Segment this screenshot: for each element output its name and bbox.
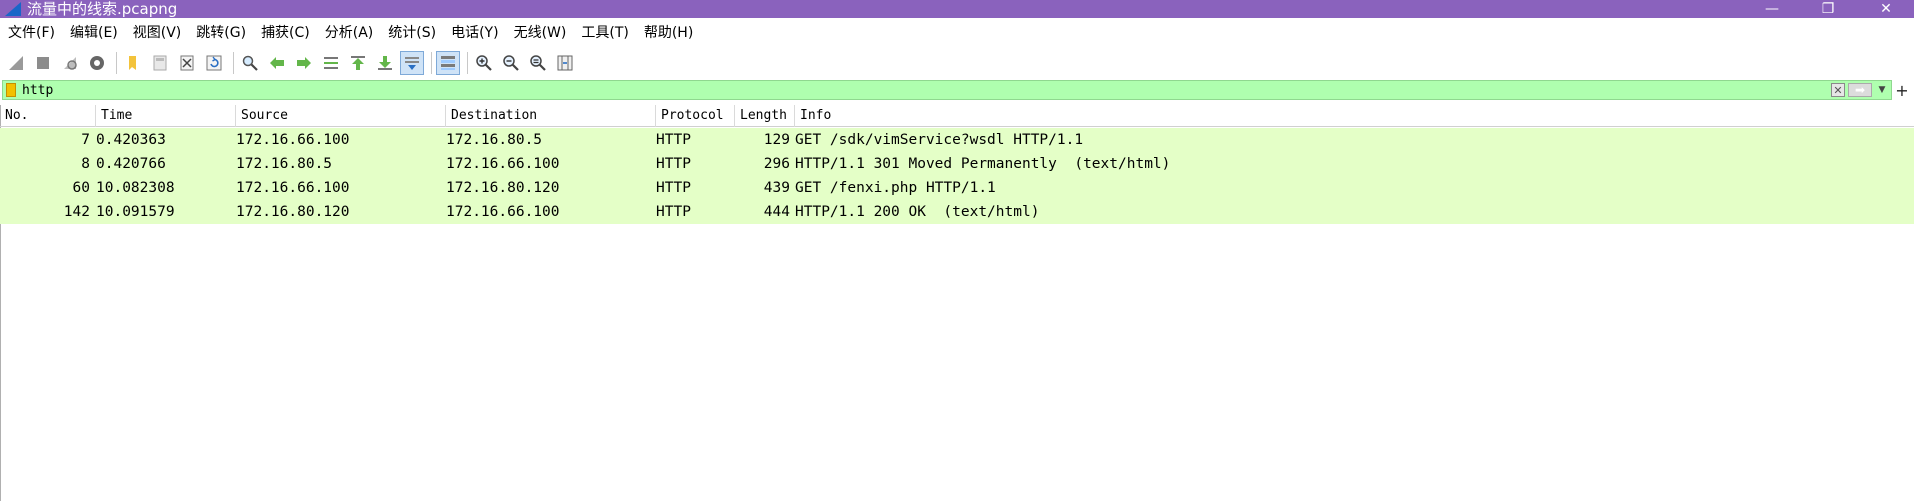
display-filter-bar: ✕ ➡ ▼ [2,80,1892,100]
column-header-length[interactable]: Length [735,105,795,127]
packet-destination: 172.16.66.100 [446,204,560,220]
open-file-icon[interactable] [121,51,145,75]
window-title: 流量中的线索.pcapng [27,0,178,18]
packet-source: 172.16.80.120 [236,204,350,220]
shark-fin-icon[interactable] [4,51,28,75]
column-header-info[interactable]: Info [795,105,1914,127]
packet-no: 142 [63,204,90,220]
go-to-packet-icon[interactable] [319,51,343,75]
restart-icon[interactable] [58,51,82,75]
go-forward-icon[interactable] [292,51,316,75]
menu-wireless[interactable]: 无线(W) [514,23,567,43]
packet-destination: 172.16.80.5 [446,132,543,148]
packet-row[interactable]: 7 0.420363 172.16.66.100 172.16.80.5 HTT… [0,128,1914,152]
add-filter-button-icon[interactable]: + [1894,79,1910,101]
wireshark-app-icon [5,2,21,16]
clear-filter-icon[interactable]: ✕ [1831,83,1845,97]
menu-view[interactable]: 视图(V) [133,23,182,43]
filter-bookmark-icon[interactable] [6,83,16,97]
toolbar-separator [233,52,234,74]
zoom-out-icon[interactable] [499,51,523,75]
packet-row[interactable]: 142 10.091579 172.16.80.120 172.16.66.10… [0,200,1914,224]
colorize-icon[interactable] [436,51,460,75]
menu-bar: 文件(F) 编辑(E) 视图(V) 跳转(G) 捕获(C) 分析(A) 统计(S… [0,22,1914,44]
main-toolbar [0,49,1914,77]
packet-no: 8 [81,156,90,172]
column-header-time[interactable]: Time [96,105,236,127]
menu-telephony[interactable]: 电话(Y) [451,23,498,43]
menu-go[interactable]: 跳转(G) [196,23,246,43]
menu-file[interactable]: 文件(F) [8,23,55,43]
normal-size-icon[interactable] [526,51,550,75]
first-packet-icon[interactable] [346,51,370,75]
packet-source: 172.16.66.100 [236,132,350,148]
packet-length: 129 [763,132,790,148]
packet-time: 10.091579 [96,204,175,220]
restore-button[interactable]: ❐ [1808,0,1848,18]
packet-destination: 172.16.80.120 [446,180,560,196]
packet-no: 60 [72,180,90,196]
menu-analyze[interactable]: 分析(A) [325,23,374,43]
filter-history-dropdown-icon[interactable]: ▼ [1876,82,1888,98]
packet-source: 172.16.66.100 [236,180,350,196]
packet-row[interactable]: 8 0.420766 172.16.80.5 172.16.66.100 HTT… [0,152,1914,176]
toolbar-separator [467,52,468,74]
packet-row[interactable]: 60 10.082308 172.16.66.100 172.16.80.120… [0,176,1914,200]
packet-time: 10.082308 [96,180,175,196]
autoscroll-icon[interactable] [400,51,424,75]
packet-length: 439 [763,180,790,196]
packet-info: HTTP/1.1 200 OK (text/html) [795,204,1040,220]
title-bar: 流量中的线索.pcapng — ❐ ✕ [0,0,1914,18]
apply-filter-icon[interactable]: ➡ [1848,83,1872,97]
column-header-no[interactable]: No. [0,105,96,127]
go-back-icon[interactable] [265,51,289,75]
toolbar-separator [431,52,432,74]
packet-destination: 172.16.66.100 [446,156,560,172]
close-file-icon[interactable] [175,51,199,75]
packet-protocol: HTTP [656,180,691,196]
packet-info: GET /fenxi.php HTTP/1.1 [795,180,996,196]
stop-icon[interactable] [31,51,55,75]
packet-protocol: HTTP [656,132,691,148]
packet-source: 172.16.80.5 [236,156,333,172]
close-button[interactable]: ✕ [1866,0,1906,18]
capture-options-icon[interactable] [85,51,109,75]
find-packet-icon[interactable] [238,51,262,75]
packet-time: 0.420766 [96,156,166,172]
menu-statistics[interactable]: 统计(S) [388,23,436,43]
menu-tools[interactable]: 工具(T) [581,23,628,43]
resize-columns-icon[interactable] [553,51,577,75]
minimize-button[interactable]: — [1752,0,1792,18]
packet-info: HTTP/1.1 301 Moved Permanently (text/htm… [795,156,1171,172]
last-packet-icon[interactable] [373,51,397,75]
toolbar-separator [116,52,117,74]
packet-time: 0.420363 [96,132,166,148]
packet-info: GET /sdk/vimService?wsdl HTTP/1.1 [795,132,1084,148]
packet-protocol: HTTP [656,156,691,172]
menu-capture[interactable]: 捕获(C) [261,23,310,43]
packet-length: 296 [763,156,790,172]
packet-no: 7 [81,132,90,148]
packet-list: 7 0.420363 172.16.66.100 172.16.80.5 HTT… [0,128,1914,224]
zoom-in-icon[interactable] [472,51,496,75]
packet-list-header: No. Time Source Destination Protocol Len… [0,105,1914,127]
display-filter-input[interactable] [22,81,1831,99]
menu-edit[interactable]: 编辑(E) [70,23,118,43]
save-file-icon[interactable] [148,51,172,75]
reload-icon[interactable] [202,51,226,75]
menu-help[interactable]: 帮助(H) [644,23,693,43]
column-header-source[interactable]: Source [236,105,446,127]
packet-length: 444 [763,204,790,220]
column-header-destination[interactable]: Destination [446,105,656,127]
packet-protocol: HTTP [656,204,691,220]
column-header-protocol[interactable]: Protocol [656,105,735,127]
